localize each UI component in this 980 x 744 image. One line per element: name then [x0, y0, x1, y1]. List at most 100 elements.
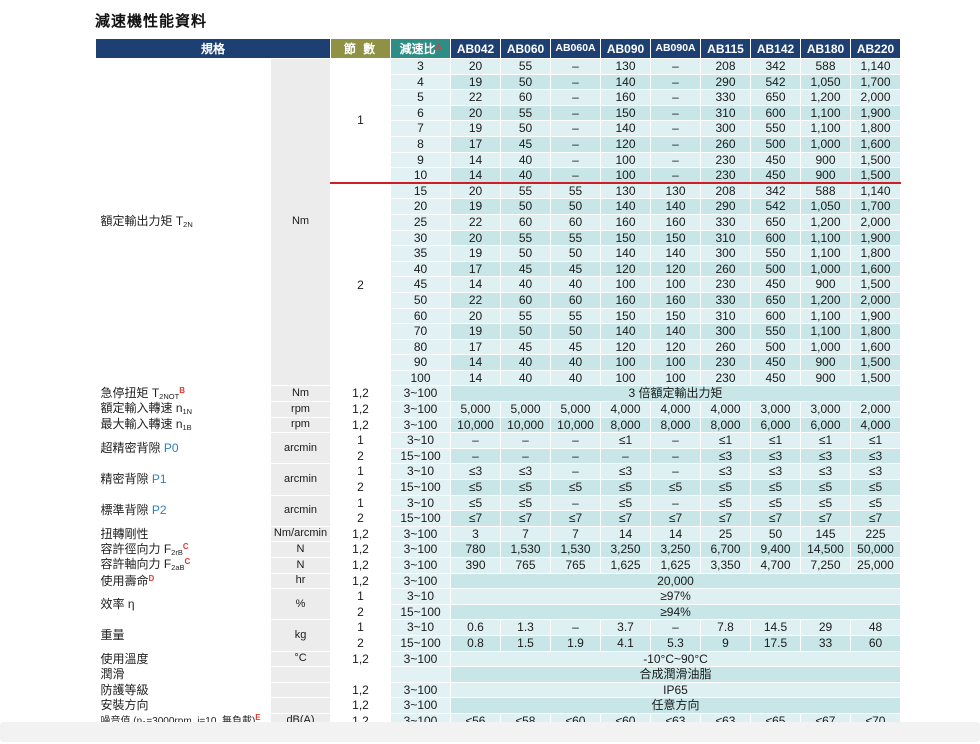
- stage-cell: 1: [331, 59, 391, 184]
- column-header-stages: 節 數: [331, 39, 391, 59]
- value-cell: ≤5: [651, 480, 701, 496]
- value-cell: 1,100: [801, 324, 851, 340]
- label-text: 效率 η: [101, 597, 135, 611]
- value-cell: 550: [751, 324, 801, 340]
- value-cell: 1.9: [551, 635, 601, 651]
- column-header-model-AB060: AB060: [501, 39, 551, 59]
- value-cell: ≤7: [551, 511, 601, 527]
- value-cell: 450: [751, 277, 801, 293]
- value-cell: 7.8: [701, 620, 751, 636]
- value-cell: 300: [701, 324, 751, 340]
- value-cell: 230: [701, 152, 751, 168]
- value-cell: ≤1: [701, 433, 751, 449]
- table-header: 規格節 數減速比AAB042AB060AB060AAB090AB090AAB11…: [96, 39, 901, 59]
- value-cell: 3,250: [601, 542, 651, 558]
- value-cell: 14: [451, 370, 501, 386]
- value-cell: ≤3: [501, 464, 551, 480]
- value-cell: 55: [551, 183, 601, 199]
- value-cell: –: [651, 59, 701, 75]
- value-cell: 1,600: [851, 261, 901, 277]
- value-cell: 900: [801, 152, 851, 168]
- value-cell: 6,000: [801, 417, 851, 433]
- value-cell: –: [551, 59, 601, 75]
- value-cell: 40: [501, 152, 551, 168]
- spec-label: 超精密背隙 P0: [96, 433, 271, 464]
- value-cell: 150: [651, 308, 701, 324]
- unit-cell: N: [271, 558, 331, 574]
- stage-cell: 1,2: [331, 402, 391, 418]
- value-cell: ≤3: [851, 464, 901, 480]
- value-cell: 1,530: [551, 542, 601, 558]
- value-cell: 55: [551, 230, 601, 246]
- value-cell: ≤1: [801, 433, 851, 449]
- label-text: 2NOT: [159, 392, 179, 401]
- value-cell: 14.5: [751, 620, 801, 636]
- label-text: 安裝方向: [101, 698, 149, 712]
- value-cell: 230: [701, 355, 751, 371]
- value-cell: 1,625: [651, 558, 701, 574]
- ratio-cell: 25: [391, 214, 451, 230]
- value-cell: –: [451, 448, 501, 464]
- value-cell: 14,500: [801, 542, 851, 558]
- value-cell: 160: [601, 214, 651, 230]
- value-cell: –: [601, 448, 651, 464]
- value-cell: 55: [501, 230, 551, 246]
- value-cell: 60: [551, 292, 601, 308]
- value-cell: 900: [801, 355, 851, 371]
- value-cell: 650: [751, 292, 801, 308]
- value-cell: 1,700: [851, 74, 901, 90]
- footnote-marker: D: [149, 574, 155, 583]
- label-text: 減速比: [400, 42, 436, 56]
- value-cell: 9: [701, 635, 751, 651]
- value-cell: 140: [601, 74, 651, 90]
- value-cell: 3.7: [601, 620, 651, 636]
- label-text: 精密背隙: [101, 472, 152, 486]
- value-cell: 1,000: [801, 339, 851, 355]
- value-cell: 300: [701, 121, 751, 137]
- value-cell: 22: [451, 214, 501, 230]
- unit-cell: Nm/arcmin: [271, 526, 331, 542]
- value-cell: 150: [601, 308, 651, 324]
- value-cell: 160: [651, 214, 701, 230]
- value-cell: 120: [651, 261, 701, 277]
- stage-cell: 1,2: [331, 682, 391, 698]
- value-cell: 330: [701, 90, 751, 106]
- column-header-model-AB042: AB042: [451, 39, 501, 59]
- value-cell: 1,900: [851, 230, 901, 246]
- value-cell: 1,100: [801, 246, 851, 262]
- value-cell: 33: [801, 635, 851, 651]
- value-cell: 230: [701, 277, 751, 293]
- value-cell: 900: [801, 168, 851, 184]
- value-cell: 140: [601, 121, 651, 137]
- unit-cell: kg: [271, 620, 331, 651]
- value-cell: 1,100: [801, 105, 851, 121]
- value-cell: ≤7: [601, 511, 651, 527]
- value-cell: 160: [651, 292, 701, 308]
- label-text: P0: [164, 441, 179, 455]
- merged-value-cell: -10°C~90°C: [451, 651, 901, 667]
- value-cell: –: [651, 464, 701, 480]
- table-row: 扭轉剛性Nm/arcmin1,23~10037714142550145225: [96, 526, 901, 542]
- value-cell: 60: [501, 214, 551, 230]
- value-cell: ≤5: [701, 495, 751, 511]
- value-cell: 45: [551, 339, 601, 355]
- ratio-cell: 3~100: [391, 682, 451, 698]
- table-row: 額定輸入轉速 n1Nrpm1,23~1005,0005,0005,0004,00…: [96, 402, 901, 418]
- value-cell: 14: [451, 152, 501, 168]
- value-cell: 14: [651, 526, 701, 542]
- value-cell: 310: [701, 105, 751, 121]
- spec-label: 安裝方向: [96, 698, 271, 714]
- value-cell: 1,800: [851, 324, 901, 340]
- stage-cell: 1: [331, 495, 391, 511]
- value-cell: 140: [651, 246, 701, 262]
- value-cell: –: [501, 448, 551, 464]
- value-cell: 50: [551, 324, 601, 340]
- value-cell: ≤5: [601, 480, 651, 496]
- value-cell: 225: [851, 526, 901, 542]
- value-cell: –: [551, 433, 601, 449]
- value-cell: 5,000: [451, 402, 501, 418]
- column-header-model-AB090A: AB090A: [651, 39, 701, 59]
- value-cell: 4,700: [751, 558, 801, 574]
- table-row: 潤滑合成潤滑油脂: [96, 667, 901, 683]
- value-cell: 208: [701, 183, 751, 199]
